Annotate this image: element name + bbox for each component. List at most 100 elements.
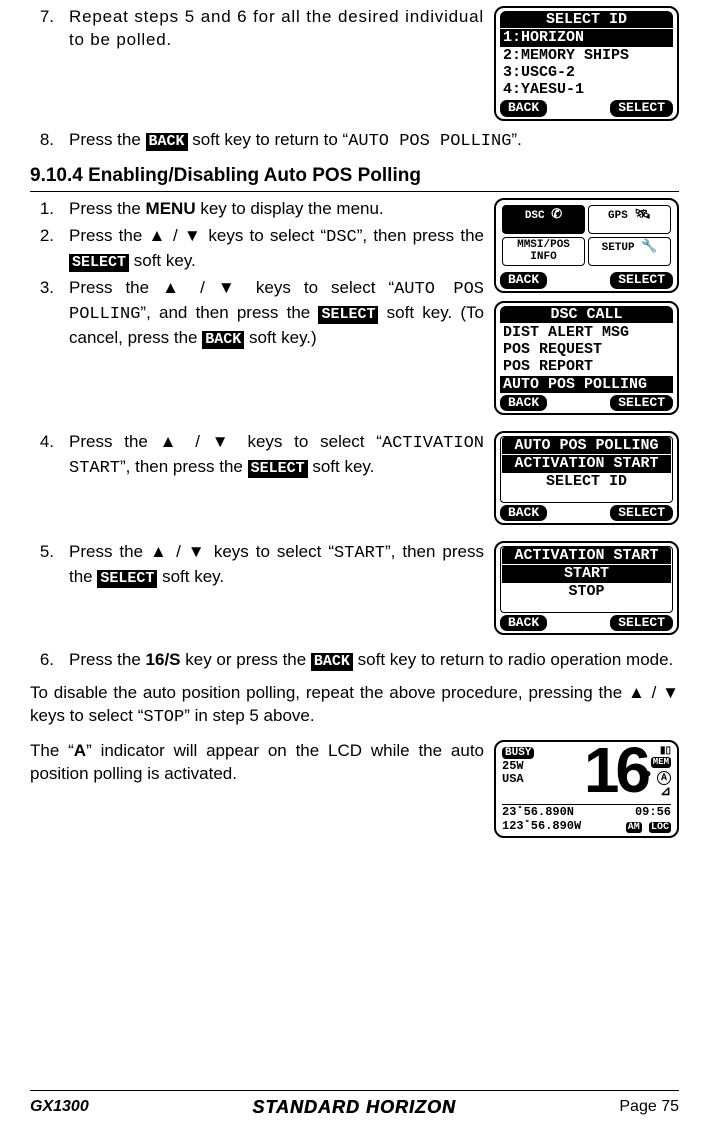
power-label: 25W bbox=[502, 759, 524, 773]
t: soft key. bbox=[308, 457, 375, 476]
phone-icon: ✆ bbox=[551, 207, 562, 222]
t: ” in step 5 above. bbox=[184, 706, 314, 725]
lon: 123˚56.890W bbox=[502, 820, 581, 833]
t: To disable the auto position polling, re… bbox=[30, 683, 679, 725]
step-4: 4. Press the ▲ / ▼ keys to select “ACTIV… bbox=[30, 431, 484, 481]
menu-cell-gps: GPS 🛰 bbox=[588, 205, 671, 234]
lcd-line: 4:YAESU-1 bbox=[500, 81, 673, 98]
lcd-line: STOP bbox=[502, 583, 671, 600]
lcd-softkey-select: SELECT bbox=[610, 505, 673, 521]
t: Press the ▲ / ▼ keys to select “ bbox=[69, 226, 326, 245]
softkey-back: BACK bbox=[202, 331, 244, 349]
t: key to display the menu. bbox=[196, 199, 384, 218]
lcd-line: SELECT ID bbox=[502, 473, 671, 490]
softkey-back: BACK bbox=[146, 133, 188, 151]
step-num: 5. bbox=[30, 541, 54, 589]
t: The “ bbox=[30, 741, 74, 760]
step-2: 2. Press the ▲ / ▼ keys to select “DSC”,… bbox=[30, 225, 484, 273]
mono: START bbox=[334, 544, 385, 563]
step-5: 5. Press the ▲ / ▼ keys to select “START… bbox=[30, 541, 484, 589]
t: Press the bbox=[69, 199, 146, 218]
lcd-softkey-select: SELECT bbox=[610, 100, 673, 116]
step-body: Press the ▲ / ▼ keys to select “AUTO POS… bbox=[69, 277, 484, 350]
lcd-right-stack: ▮▯ MEM P A ⊿ bbox=[643, 746, 671, 800]
lcd-line: POS REQUEST bbox=[500, 341, 673, 358]
lcd-line-sel: START bbox=[502, 565, 671, 582]
t: GPS bbox=[608, 210, 628, 222]
step-num: 3. bbox=[30, 277, 54, 350]
battery-icon: ▮▯ bbox=[660, 746, 671, 757]
t: Press the ▲ / ▼ keys to select “ bbox=[69, 542, 334, 561]
softkey-select: SELECT bbox=[97, 570, 157, 588]
lcd-main-menu: DSC ✆ GPS 🛰 MMSI/POSINFO SETUP 🔧 BACK SE… bbox=[494, 198, 679, 292]
channel-number: 16 bbox=[584, 738, 647, 802]
lcd-title: DSC CALL bbox=[500, 306, 673, 323]
step-body: Repeat steps 5 and 6 for all the desired… bbox=[69, 6, 484, 52]
t: key or press the bbox=[181, 650, 311, 669]
mono: DSC bbox=[326, 228, 357, 247]
t: Press the bbox=[69, 650, 146, 669]
lcd-select-id: SELECT ID 1:HORIZON 2:MEMORY SHIPS 3:USC… bbox=[494, 6, 679, 121]
t: ”, then press the bbox=[120, 457, 248, 476]
page-footer: GX1300 STANDARD HORIZON Page 75 bbox=[30, 1090, 679, 1119]
lcd-activation-start: ACTIVATION START START STOP BACK SELECT bbox=[494, 541, 679, 635]
step-num: 8. bbox=[30, 129, 54, 154]
lcd-line: DIST ALERT MSG bbox=[500, 324, 673, 341]
page-number: Page 75 bbox=[619, 1096, 679, 1118]
t: ” indicator will appear on the LCD while… bbox=[30, 741, 484, 783]
bold-menu: MENU bbox=[146, 199, 196, 218]
step-1: 1. Press the MENU key to display the men… bbox=[30, 198, 484, 221]
t: soft key. bbox=[157, 567, 224, 586]
lcd-radio-display: BUSY 25W USA 16 ▮▯ MEM P A ⊿ 23˚56.890N … bbox=[494, 740, 679, 838]
step-body: Press the ▲ / ▼ keys to select “START”, … bbox=[69, 541, 484, 589]
bold-16s: 16/S bbox=[146, 650, 181, 669]
lcd-softkey-select: SELECT bbox=[610, 615, 673, 631]
t: ”, and then press the bbox=[140, 303, 318, 322]
busy-badge: BUSY bbox=[502, 747, 534, 760]
step-num: 7. bbox=[30, 6, 54, 52]
lcd-title: ACTIVATION START bbox=[502, 547, 671, 564]
region-label: USA bbox=[502, 772, 524, 786]
lat: 23˚56.890N bbox=[502, 806, 581, 819]
menu-cell-setup: SETUP 🔧 bbox=[588, 237, 671, 266]
step-num: 6. bbox=[30, 649, 54, 672]
lcd-line-sel: ACTIVATION START bbox=[502, 455, 671, 472]
p-label: P bbox=[643, 769, 651, 785]
lcd-softkey-select: SELECT bbox=[610, 272, 673, 288]
lcd-softkey-back: BACK bbox=[500, 615, 547, 631]
t: soft key to return to “ bbox=[188, 130, 349, 149]
step-3: 3. Press the ▲ / ▼ keys to select “AUTO … bbox=[30, 277, 484, 350]
t: soft key. bbox=[129, 251, 196, 270]
lcd-softkey-back: BACK bbox=[500, 100, 547, 116]
para-disable: To disable the auto position polling, re… bbox=[30, 682, 679, 730]
step-body: Press the 16/S key or press the BACK sof… bbox=[69, 649, 679, 672]
section-heading: 9.10.4 Enabling/Disabling Auto POS Polli… bbox=[30, 163, 679, 192]
step-8: 8. Press the BACK soft key to return to … bbox=[30, 129, 679, 154]
step-num: 2. bbox=[30, 225, 54, 273]
softkey-back: BACK bbox=[311, 653, 353, 671]
step-6: 6. Press the 16/S key or press the BACK … bbox=[30, 649, 679, 672]
bold-a: A bbox=[74, 741, 86, 760]
lcd-softkey-back: BACK bbox=[500, 272, 547, 288]
para-indicator: The “A” indicator will appear on the LCD… bbox=[30, 740, 484, 786]
softkey-select: SELECT bbox=[318, 306, 378, 324]
menu-cell-dsc: DSC ✆ bbox=[502, 205, 585, 234]
step-body: Press the MENU key to display the menu. bbox=[69, 198, 484, 221]
t: MMSI/POS bbox=[517, 239, 570, 251]
lcd-softkey-select: SELECT bbox=[610, 395, 673, 411]
time: 09:56 bbox=[626, 806, 671, 819]
t: soft key to return to radio operation mo… bbox=[353, 650, 673, 669]
lcd-softkey-back: BACK bbox=[500, 505, 547, 521]
lcd-line: 2:MEMORY SHIPS bbox=[500, 47, 673, 64]
step-body: Press the ▲ / ▼ keys to select “DSC”, th… bbox=[69, 225, 484, 273]
lcd-coords: 23˚56.890N 123˚56.890W 09:56 AM LOC bbox=[502, 804, 671, 832]
menu-cell-mmsi: MMSI/POSINFO bbox=[502, 237, 585, 266]
a-indicator: A bbox=[657, 771, 671, 785]
step-body: Press the BACK soft key to return to “AU… bbox=[69, 129, 679, 154]
mono: AUTO POS POLLING bbox=[348, 132, 511, 151]
step-body: Press the ▲ / ▼ keys to select “ACTIVATI… bbox=[69, 431, 484, 481]
wrench-icon: 🔧 bbox=[641, 239, 657, 254]
lcd-softkey-back: BACK bbox=[500, 395, 547, 411]
lcd-line-sel: AUTO POS POLLING bbox=[500, 376, 673, 393]
lcd-left-stack: BUSY 25W USA bbox=[502, 746, 534, 787]
